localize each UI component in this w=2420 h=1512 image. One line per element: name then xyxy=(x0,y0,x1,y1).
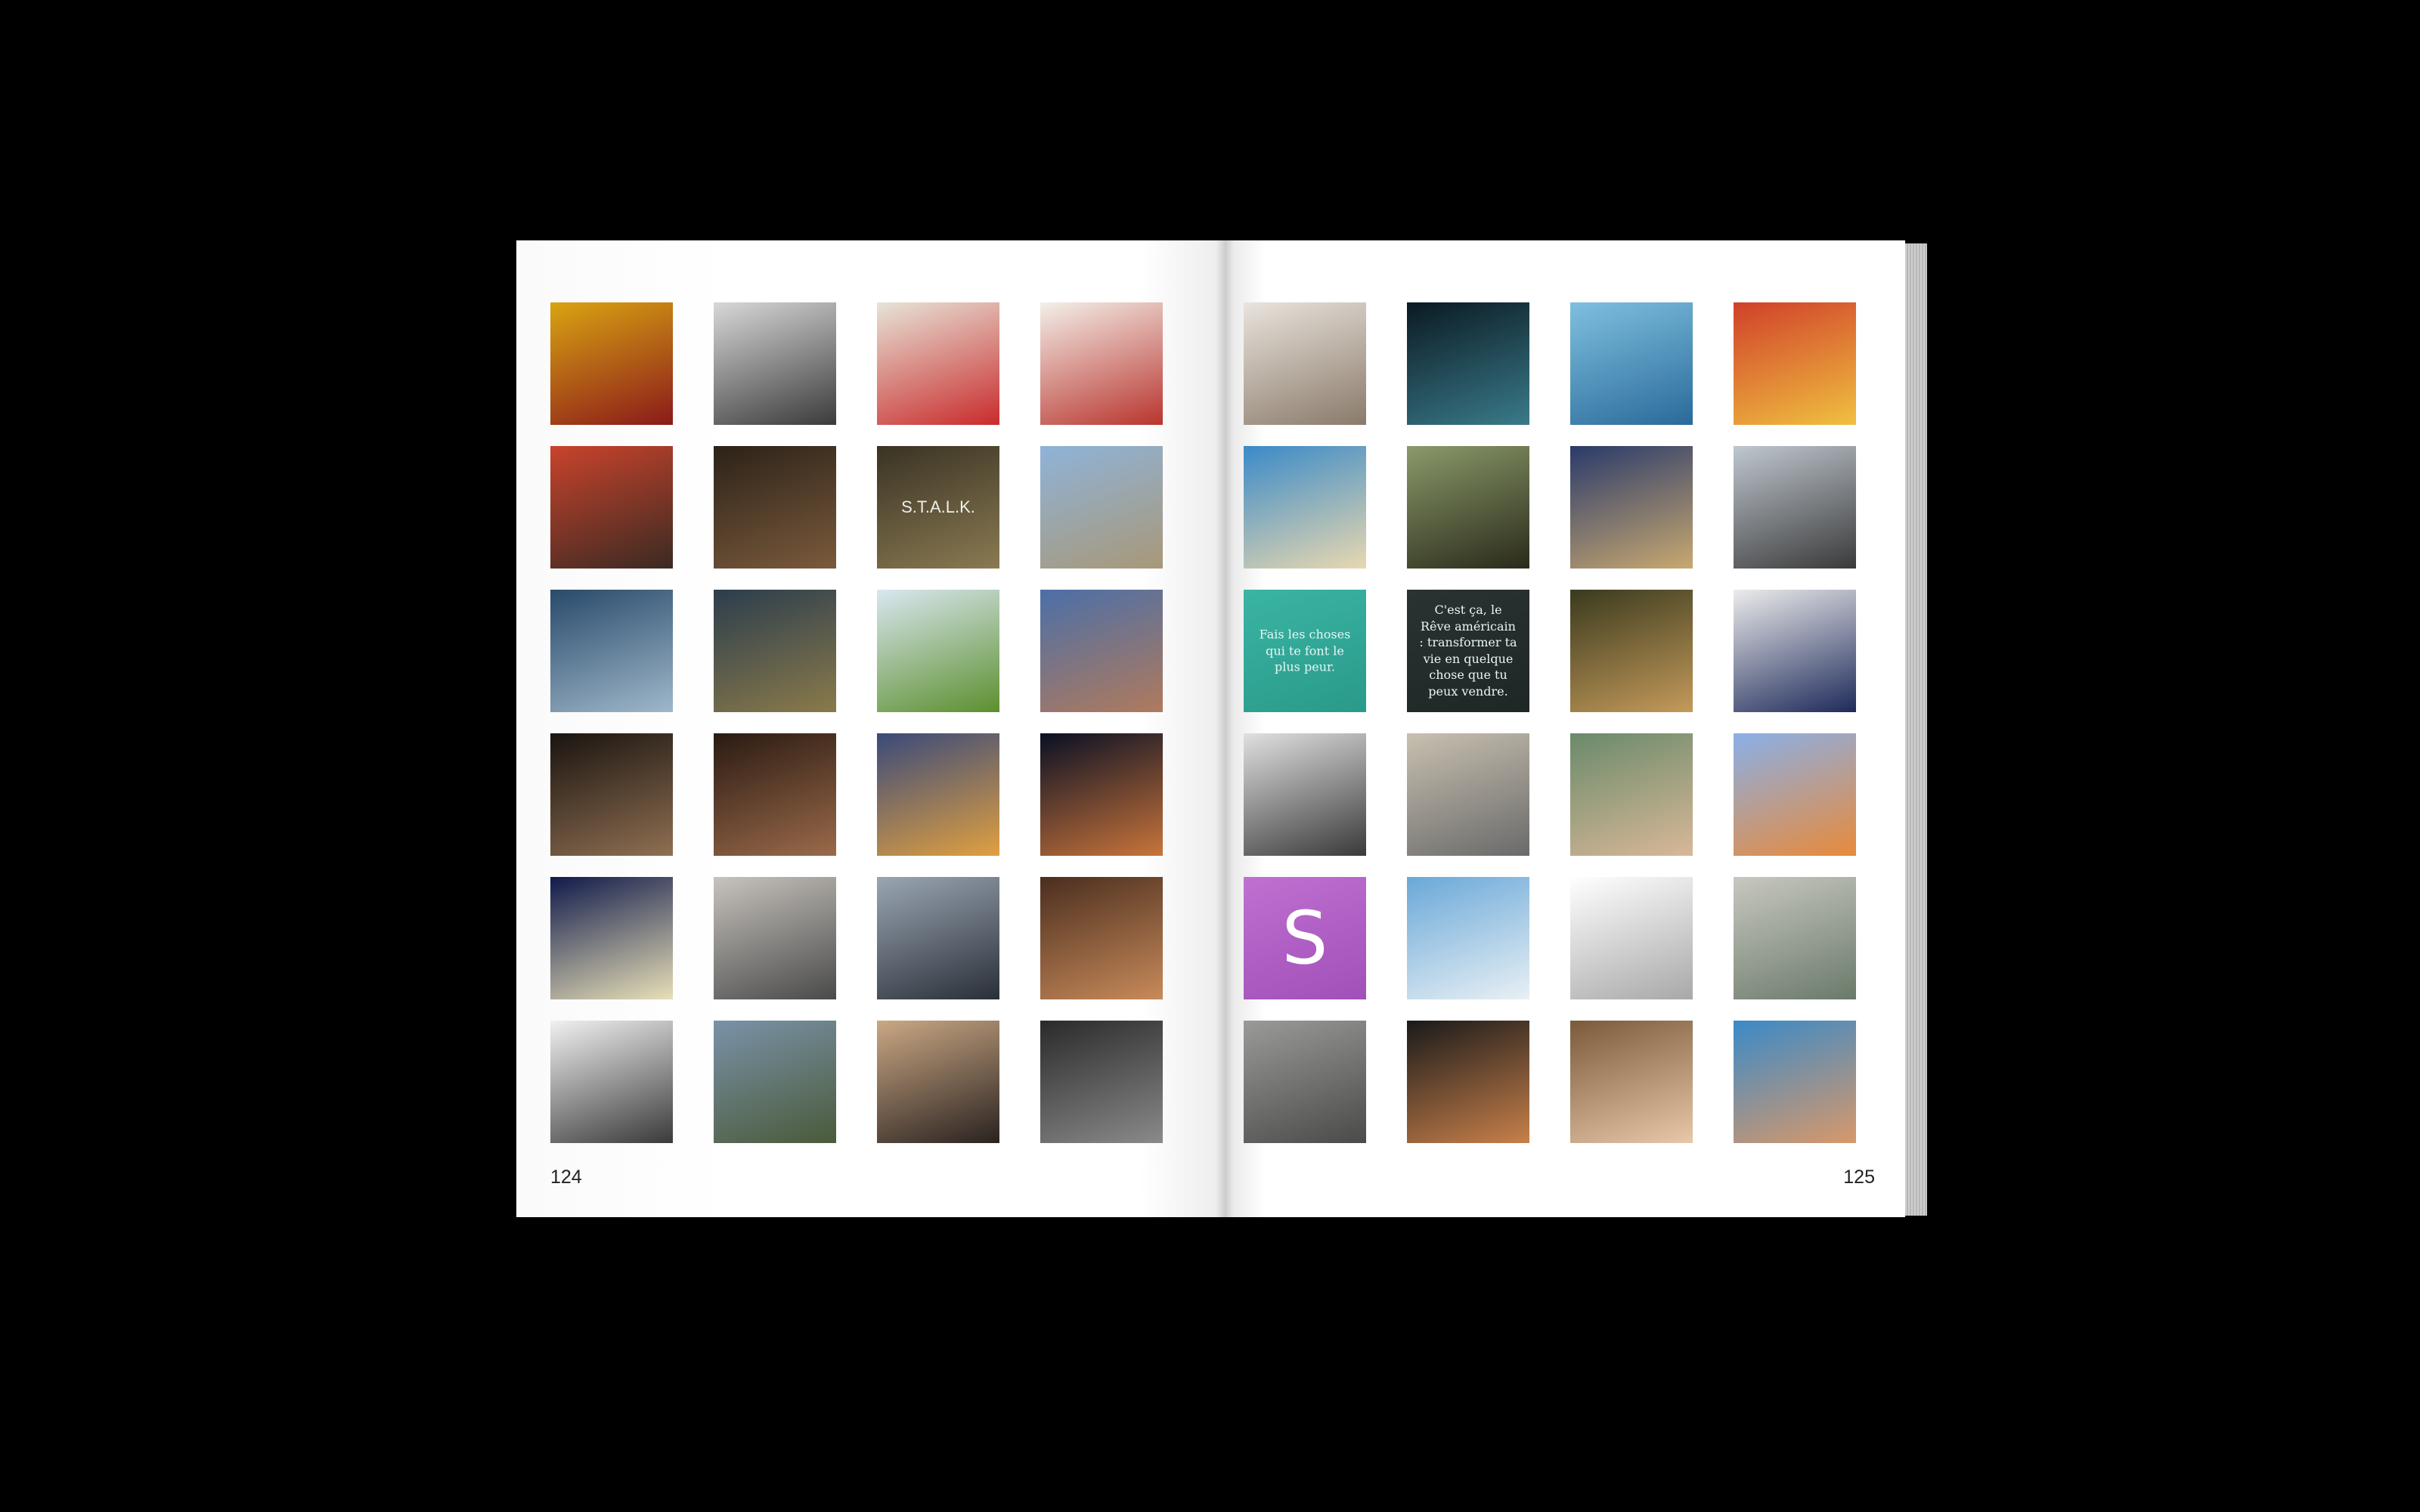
thumbnail-space-galaxy xyxy=(1040,733,1163,856)
thumbnail-david-bust xyxy=(1244,1021,1366,1143)
thumbnail-battle-game xyxy=(1407,446,1529,569)
thumbnail-clothing-shop xyxy=(1040,877,1163,999)
thumbnail-text: S.T.A.L.K. xyxy=(901,497,975,516)
thumbnail-paris-night xyxy=(877,733,999,856)
magazine-spread: S.T.A.L.K. 124 Fais les choses qui te fo… xyxy=(516,240,1927,1217)
thumbnail-old-building-roof xyxy=(1040,590,1163,712)
thumbnail-text: Fais les choses qui te font le plus peur… xyxy=(1259,627,1351,674)
thumbnail-couple-city-window xyxy=(1407,302,1529,425)
thumbnail-cat-sunglasses xyxy=(1734,733,1856,856)
right-page: Fais les choses qui te font le plus peur… xyxy=(1225,240,1905,1217)
thumbnail-letter-s-tile: S xyxy=(1244,877,1366,999)
thumbnail-moon-tree xyxy=(550,877,673,999)
thumbnail-men-red-jackets xyxy=(550,446,673,569)
thumbnail-street-painting xyxy=(1734,877,1856,999)
thumbnail-store-front xyxy=(714,877,836,999)
thumbnail-loft-interior xyxy=(1244,302,1366,425)
thumbnail-woman-black-hair xyxy=(714,733,836,856)
thumbnail-woman-bw xyxy=(1244,733,1366,856)
thumbnail-modern-walkway xyxy=(1734,446,1856,569)
thumbnail-modern-room-interior xyxy=(714,302,836,425)
thumbnail-green-modern-building xyxy=(877,590,999,712)
thumbnail-couple-dark-scene xyxy=(714,446,836,569)
thumbnail-beach-coast xyxy=(1244,446,1366,569)
thumbnail-water-tap xyxy=(1570,877,1693,999)
thumbnail-army-battle-game xyxy=(1570,446,1693,569)
thumbnail-text: S xyxy=(1281,896,1328,981)
thumbnail-stormy-bridge xyxy=(550,590,673,712)
thumbnail-quote-teal: Fais les choses qui te font le plus peur… xyxy=(1244,590,1366,712)
thumbnail-geyser xyxy=(1407,877,1529,999)
thumbnail-logo-illustration xyxy=(1734,590,1856,712)
thumbnail-greek-vase-eros xyxy=(1407,1021,1529,1143)
thumbnail-text: C'est ça, le Rêve américain : transforme… xyxy=(1419,603,1517,699)
page-edges xyxy=(1905,243,1927,1216)
thumbnail-racing-game xyxy=(714,1021,836,1143)
thumbnail-footballer-light-blue xyxy=(1570,302,1693,425)
thumbnail-footballer-spain xyxy=(1734,302,1856,425)
thumbnail-woman-red-phone xyxy=(1040,302,1163,425)
thumbnail-man-glasses xyxy=(877,1021,999,1143)
thumbnail-band-portrait xyxy=(1040,1021,1163,1143)
thumbnail-fashion-store xyxy=(550,1021,673,1143)
thumbnail-grid-right: Fais les choses qui te font le plus peur… xyxy=(1244,302,1856,1143)
book-gutter xyxy=(1216,240,1234,1217)
thumbnail-grid-left: S.T.A.L.K. xyxy=(550,302,1163,1143)
thumbnail-store-collage xyxy=(877,877,999,999)
thumbnail-birth-of-venus xyxy=(1570,733,1693,856)
thumbnail-big-ben-dusk xyxy=(714,590,836,712)
thumbnail-david-statue xyxy=(1407,733,1529,856)
page-number-left: 124 xyxy=(550,1167,582,1188)
thumbnail-westminster-palace xyxy=(1040,446,1163,569)
left-page: S.T.A.L.K. 124 xyxy=(516,240,1225,1217)
thumbnail-quote-dark: C'est ça, le Rêve américain : transforme… xyxy=(1407,590,1529,712)
thumbnail-colorful-room-interior xyxy=(877,302,999,425)
thumbnail-woman-red-sweater xyxy=(550,302,673,425)
thumbnail-mona-lisa xyxy=(1570,590,1693,712)
thumbnail-eye-closeup xyxy=(550,733,673,856)
page-number-right: 125 xyxy=(1843,1167,1875,1188)
thumbnail-renaissance-nude xyxy=(1570,1021,1693,1143)
thumbnail-cherub-painting xyxy=(1734,1021,1856,1143)
thumbnail-stalker-game-cover: S.T.A.L.K. xyxy=(877,446,999,569)
